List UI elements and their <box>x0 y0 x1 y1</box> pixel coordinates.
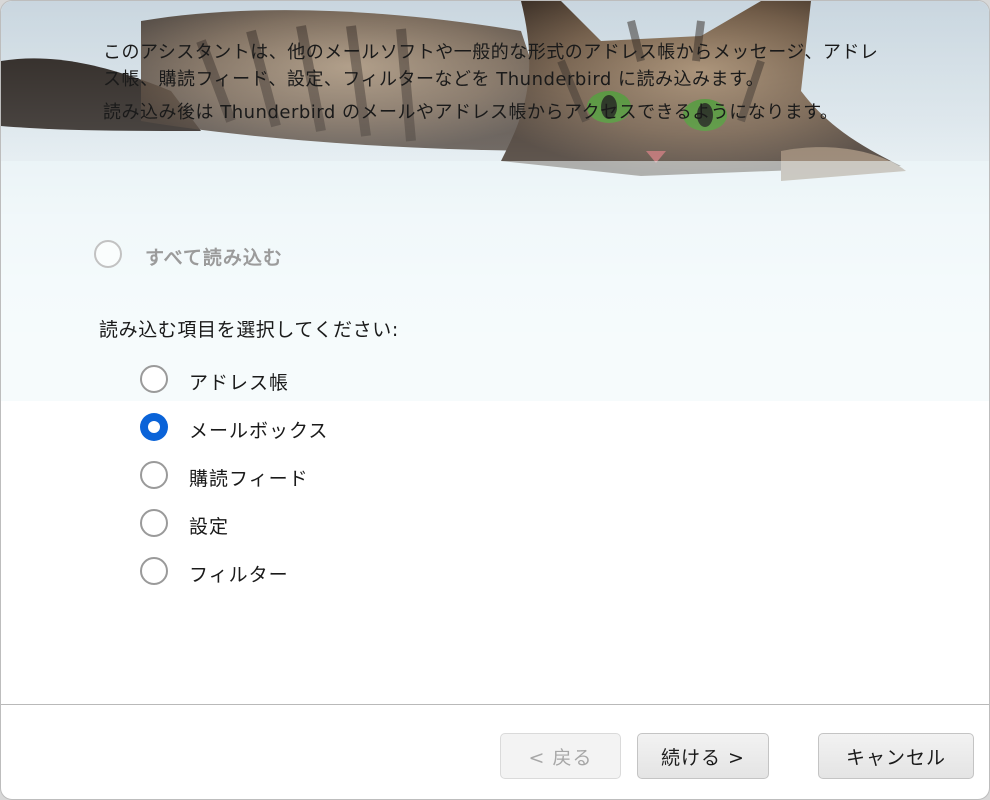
filters-label[interactable]: フィルター <box>189 560 289 587</box>
back-button[interactable]: < 戻る <box>500 733 621 779</box>
intro-paragraph-1: このアシスタントは、他のメールソフトや一般的な形式のアドレス帳からメッセージ、ア… <box>103 42 879 90</box>
filters-radio[interactable] <box>140 557 168 585</box>
cancel-button[interactable]: キャンセル <box>818 733 974 779</box>
settings-label[interactable]: 設定 <box>189 512 229 539</box>
address-book-label[interactable]: アドレス帳 <box>189 368 289 395</box>
footer-divider <box>1 704 989 705</box>
feeds-label[interactable]: 購読フィード <box>189 464 309 491</box>
import-all-radio[interactable] <box>94 240 122 268</box>
address-book-radio[interactable] <box>140 365 168 393</box>
settings-radio[interactable] <box>140 509 168 537</box>
mailbox-label[interactable]: メールボックス <box>189 416 328 443</box>
continue-button[interactable]: 続ける > <box>637 733 769 779</box>
intro-text: このアシスタントは、他のメールソフトや一般的な形式のアドレス帳からメッセージ、ア… <box>103 39 893 132</box>
import-wizard-window: このアシスタントは、他のメールソフトや一般的な形式のアドレス帳からメッセージ、ア… <box>0 0 990 800</box>
import-all-label: すべて読み込む <box>145 247 283 269</box>
select-items-label: 読み込む項目を選択してください: <box>99 319 399 341</box>
mailbox-radio[interactable] <box>140 413 168 441</box>
feeds-radio[interactable] <box>140 461 168 489</box>
intro-paragraph-2: 読み込み後は Thunderbird のメールやアドレス帳からアクセスできるよう… <box>103 102 839 123</box>
